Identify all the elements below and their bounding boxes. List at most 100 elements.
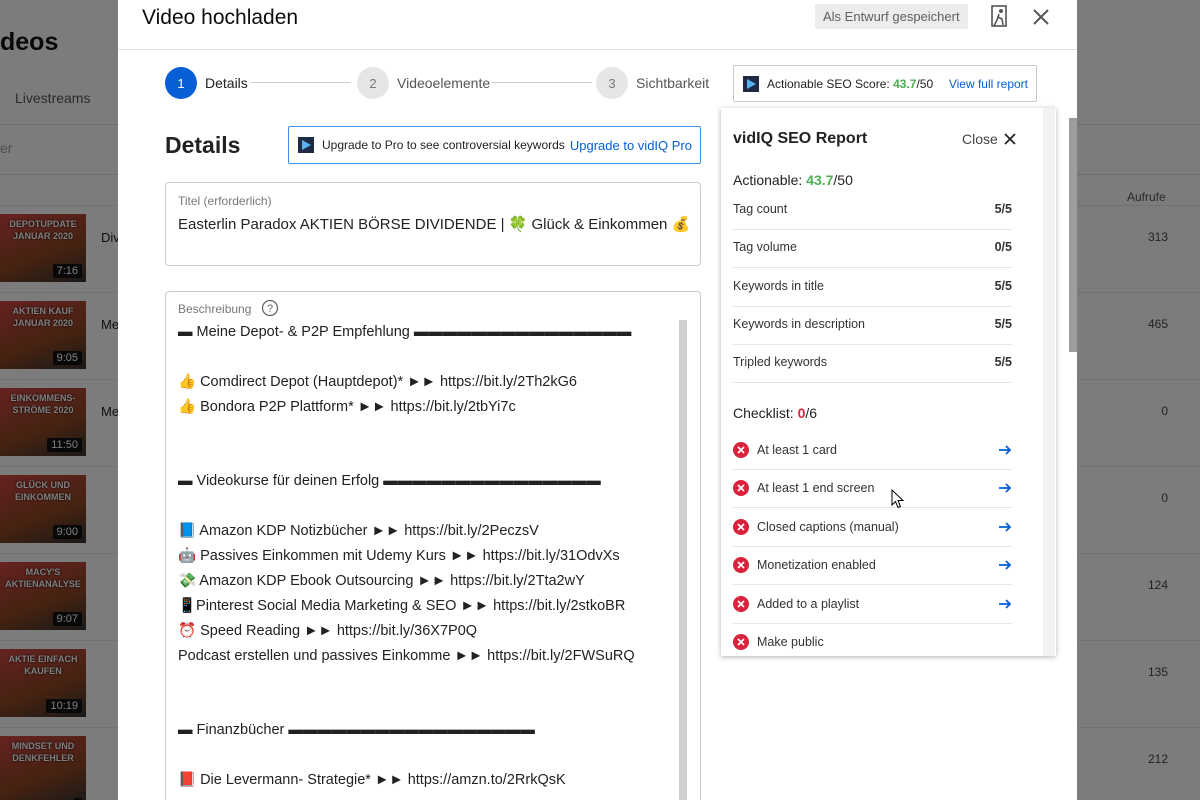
upgrade-to-pro-link[interactable]: Upgrade to vidIQ Pro <box>570 138 692 153</box>
checklist-item[interactable]: Make public <box>733 624 1012 656</box>
metric-name: Tripled keywords <box>733 355 828 370</box>
description-field[interactable]: Beschreibung ? ▬ Meine Depot- & P2P Empf… <box>165 291 701 800</box>
checklist-label: Checklist: <box>733 405 794 421</box>
title-input[interactable]: Easterlin Paradox AKTIEN BÖRSE DIVIDENDE… <box>178 215 690 233</box>
checklist-item-label: At least 1 card <box>757 443 837 457</box>
description-line <box>178 420 678 445</box>
title-field-label: Titel (erforderlich) <box>178 194 272 208</box>
vidiq-upgrade-banner: Upgrade to Pro to see controversial keyw… <box>288 126 701 164</box>
step-number: 1 <box>165 67 197 99</box>
description-line: 💸 Amazon KDP Ebook Outsourcing ►► https:… <box>178 572 585 589</box>
seo-report-title: vidIQ SEO Report <box>733 130 868 147</box>
seo-score-max: /50 <box>916 76 934 91</box>
description-line: 🤖 Passives Einkommen mit Udemy Kurs ►► h… <box>178 548 620 565</box>
actionable-value: 43.7 <box>806 172 834 188</box>
seo-metric-row: Tag count 5/5 <box>733 192 1012 230</box>
upload-dialog: Video hochladen Als Entwurf gespeichert … <box>118 0 1077 800</box>
step-number: 2 <box>357 67 389 99</box>
upgrade-text: Upgrade to Pro to see controversial keyw… <box>322 138 565 152</box>
metric-name: Tag volume <box>733 240 797 255</box>
actionable-score: Actionable: 43.7/50 <box>733 172 853 188</box>
description-textarea[interactable]: ▬ Meine Depot- & P2P Empfehlung ▬▬▬▬▬▬▬▬… <box>178 320 678 793</box>
title-field[interactable]: Titel (erforderlich) Easterlin Paradox A… <box>165 182 701 266</box>
step-label: Videoelemente <box>397 75 491 91</box>
error-x-icon <box>733 634 749 650</box>
step-connector <box>251 82 351 83</box>
checklist-item-label: Added to a playlist <box>757 596 860 611</box>
seo-metric-row: Keywords in title 5/5 <box>733 269 1012 307</box>
vidiq-seo-report-panel: vidIQ SEO Report Close Actionable: 43.7/… <box>721 108 1056 656</box>
error-x-icon <box>733 557 749 574</box>
metric-name: Keywords in description <box>733 316 866 331</box>
checklist-heading: Checklist: 0/6 <box>733 405 817 421</box>
arrow-right-icon[interactable] <box>998 481 1012 495</box>
step-videoelemente[interactable]: 2 Videoelemente <box>357 67 490 99</box>
error-x-icon <box>733 518 749 535</box>
close-icon[interactable] <box>1030 6 1052 28</box>
checklist-item[interactable]: Monetization enabled <box>733 547 1012 586</box>
description-line <box>178 444 678 469</box>
vidiq-seo-score-box[interactable]: Actionable SEO Score: 43.7/50 View full … <box>733 65 1037 102</box>
seo-report-close-button[interactable]: Close <box>962 131 1016 147</box>
description-line: ▬ Meine Depot- & P2P Empfehlung ▬▬▬▬▬▬▬▬… <box>178 324 632 340</box>
checklist-item[interactable]: Added to a playlist <box>733 586 1012 624</box>
checklist-item[interactable]: At least 1 end screen <box>733 470 1012 509</box>
step-label: Sichtbarkeit <box>636 75 710 91</box>
step-sichtbarkeit[interactable]: 3 Sichtbarkeit <box>596 67 709 99</box>
vidiq-logo-icon <box>298 137 314 153</box>
step-details[interactable]: 1 Details <box>165 67 248 99</box>
close-icon <box>1004 133 1016 145</box>
metric-value: 0/5 <box>994 240 1012 255</box>
description-scrollbar[interactable] <box>679 320 687 800</box>
help-icon[interactable]: ? <box>261 299 279 317</box>
details-heading: Details <box>165 132 241 158</box>
seo-report-scrollbar[interactable] <box>1043 108 1055 656</box>
actionable-label: Actionable: <box>733 172 803 188</box>
description-line: ▬ Videokurse für deinen Erfolg ▬▬▬▬▬▬▬▬▬… <box>178 473 601 490</box>
actionable-max: /50 <box>833 172 853 188</box>
feedback-icon[interactable] <box>988 4 1012 30</box>
close-label: Close <box>962 131 998 147</box>
arrow-right-icon[interactable] <box>998 597 1012 611</box>
description-line <box>178 345 678 370</box>
step-connector <box>492 82 592 83</box>
arrow-right-icon[interactable] <box>998 520 1012 534</box>
description-field-label: Beschreibung <box>178 302 252 316</box>
seo-score-label: Actionable SEO Score: <box>767 76 890 91</box>
seo-metric-row: Tag volume 0/5 <box>733 230 1012 269</box>
dialog-header: Video hochladen Als Entwurf gespeichert <box>118 0 1077 50</box>
checklist-item[interactable]: At least 1 card <box>733 432 1012 470</box>
seo-score-value: 43.7 <box>893 76 917 91</box>
description-line: 📕 Die Levermann- Strategie* ►► https://a… <box>178 772 566 789</box>
step-number: 3 <box>596 67 628 99</box>
description-line <box>178 494 678 519</box>
checklist-item-label: Closed captions (manual) <box>757 519 899 534</box>
dialog-title: Video hochladen <box>142 6 299 29</box>
metric-name: Keywords in title <box>733 278 825 293</box>
description-line: ▬ Finanzbücher ▬▬▬▬▬▬▬▬▬▬▬▬▬▬▬▬▬ <box>178 722 535 739</box>
metric-name: Tag count <box>733 202 788 216</box>
metric-value: 5/5 <box>994 202 1012 216</box>
seo-metric-row: Tripled keywords 5/5 <box>733 345 1012 384</box>
description-line: 👍 Bondora P2P Plattform* ►► https://bit.… <box>178 398 516 415</box>
svg-text:?: ? <box>267 303 273 315</box>
draft-status-badge: Als Entwurf gespeichert <box>815 4 968 29</box>
arrow-right-icon[interactable] <box>998 443 1012 457</box>
checklist-total: /6 <box>805 405 818 421</box>
view-full-report-link[interactable]: View full report <box>949 77 1028 91</box>
metric-value: 5/5 <box>994 316 1012 331</box>
seo-metric-row: Keywords in description 5/5 <box>733 307 1012 345</box>
description-line <box>178 693 678 718</box>
description-line <box>178 668 678 693</box>
vidiq-logo-icon <box>743 75 759 92</box>
dialog-scrollbar[interactable] <box>1069 118 1077 352</box>
step-label: Details <box>205 75 248 91</box>
metric-value: 5/5 <box>994 355 1012 370</box>
description-line: 👍 Comdirect Depot (Hauptdepot)* ►► https… <box>178 373 577 390</box>
error-x-icon <box>733 480 749 497</box>
checklist-item-label: Monetization enabled <box>757 558 876 573</box>
checklist-item[interactable]: Closed captions (manual) <box>733 509 1012 547</box>
metric-value: 5/5 <box>994 278 1012 293</box>
description-line: 📘 Amazon KDP Notizbücher ►► https://bit.… <box>178 523 539 540</box>
arrow-right-icon[interactable] <box>998 558 1012 572</box>
